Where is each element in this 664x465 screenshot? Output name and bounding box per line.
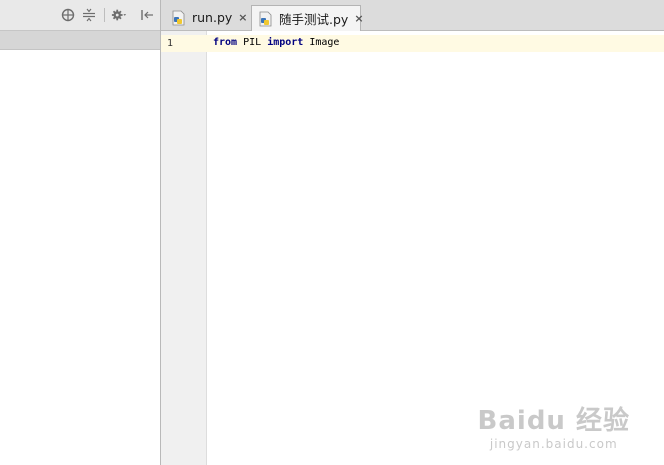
gear-icon[interactable] — [111, 7, 127, 23]
line-number: 1 — [167, 38, 174, 49]
toolbar-separator — [104, 8, 105, 22]
watermark-url: jingyan.baidu.com — [489, 437, 618, 451]
close-icon[interactable]: × — [354, 12, 363, 25]
tab-label: 随手测试.py — [279, 12, 349, 27]
editor-tab-bar: run.py × 随手测试.py × — [161, 0, 664, 31]
collapse-all-icon[interactable] — [81, 7, 97, 23]
project-panel — [0, 0, 161, 465]
python-file-icon — [258, 11, 274, 27]
locate-icon[interactable] — [60, 7, 76, 23]
code-line[interactable]: from PIL import Image — [213, 37, 339, 48]
code-name: Image — [303, 37, 340, 48]
project-tree-header — [0, 31, 160, 50]
tab-label: run.py — [192, 10, 233, 25]
project-toolbar — [0, 0, 160, 31]
python-file-icon — [171, 10, 187, 26]
watermark: Baidu 经验 jingyan.baidu.com — [478, 400, 630, 451]
line-number-gutter: 1 — [161, 31, 207, 465]
code-keyword: import — [267, 37, 304, 48]
close-icon[interactable]: × — [238, 11, 247, 24]
code-module: PIL — [237, 37, 268, 48]
code-keyword: from — [213, 37, 238, 48]
hide-panel-icon[interactable] — [139, 7, 155, 23]
tab-random-test-py[interactable]: 随手测试.py × — [251, 5, 364, 31]
watermark-logo: Baidu 经验 — [477, 406, 630, 436]
tab-run-py[interactable]: run.py × — [165, 5, 249, 30]
